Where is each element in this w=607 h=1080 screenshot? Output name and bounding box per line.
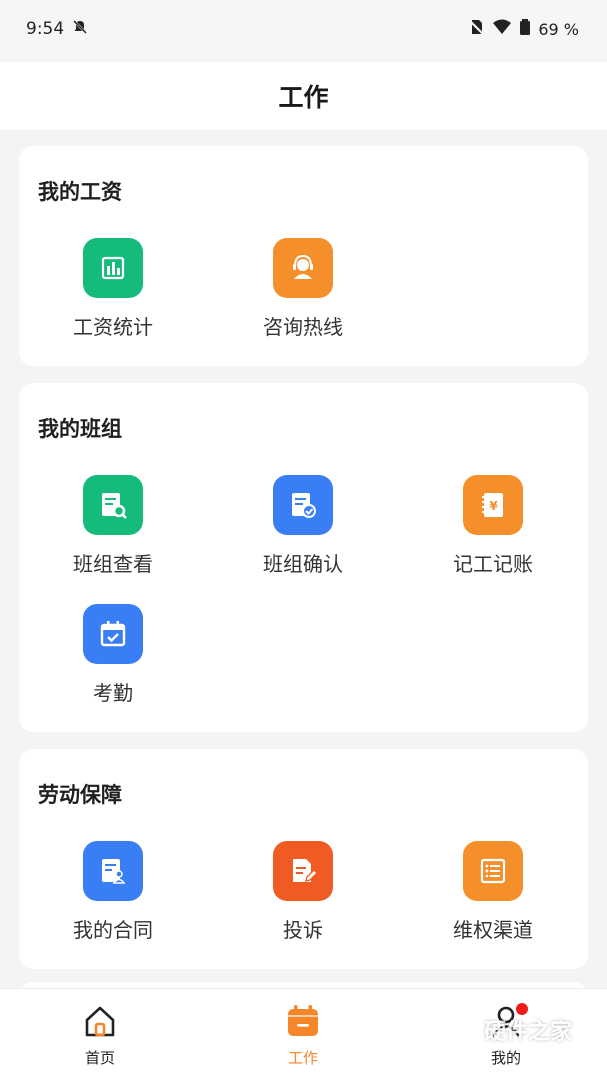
grid-item-label: 维权渠道 — [453, 918, 533, 942]
section-card-labor: 劳动保障 我的合同 投诉 维权渠道 — [19, 749, 588, 969]
watermark: 硬件之家 — [438, 1006, 598, 1054]
bell-off-icon — [72, 19, 88, 40]
calendar-check-icon — [83, 604, 143, 664]
ledger-yen-icon: ¥ — [463, 475, 523, 535]
grid-item-label: 咨询热线 — [263, 315, 343, 339]
grid-item-salary-stats[interactable]: 工资统计 — [38, 238, 188, 340]
tab-home[interactable]: 首页 — [40, 1003, 160, 1068]
no-sim-icon — [468, 19, 485, 40]
section-card-team: 我的班组 班组查看 班组确认 ¥ 记工记账 考勤 — [19, 383, 588, 732]
status-time: 9:54 — [26, 19, 65, 39]
grid-item-label: 班组查看 — [73, 552, 153, 576]
svg-text:¥: ¥ — [489, 499, 498, 513]
list-icon — [463, 841, 523, 901]
work-calendar-icon — [285, 1003, 321, 1043]
battery-icon — [520, 18, 531, 40]
battery-percent: 69 % — [538, 19, 579, 39]
grid-item-team-view[interactable]: 班组查看 — [38, 475, 188, 577]
document-check-icon — [273, 475, 333, 535]
grid-item-work-ledger[interactable]: ¥ 记工记账 — [418, 475, 568, 577]
document-search-icon — [83, 475, 143, 535]
contract-icon — [83, 841, 143, 901]
bar-chart-icon — [83, 238, 143, 298]
title-bar: 工作 — [0, 62, 607, 130]
grid-item-label: 工资统计 — [73, 315, 153, 339]
grid-item-label: 考勤 — [93, 681, 133, 705]
grid-item-hotline[interactable]: 咨询热线 — [228, 238, 378, 340]
headset-icon — [273, 238, 333, 298]
section-card-salary: 我的工资 工资统计 咨询热线 — [19, 146, 588, 366]
section-title: 我的班组 — [38, 417, 122, 441]
complaint-edit-icon — [273, 841, 333, 901]
status-bar: 9:54 69 % — [0, 0, 607, 58]
grid-item-label: 投诉 — [283, 918, 323, 942]
tab-label: 首页 — [84, 1049, 115, 1067]
section-title: 我的工资 — [38, 180, 122, 204]
home-icon — [82, 1003, 118, 1043]
grid-item-label: 班组确认 — [263, 552, 343, 576]
grid-item-my-contract[interactable]: 我的合同 — [38, 841, 188, 943]
watermark-logo-icon — [438, 1008, 478, 1052]
grid-item-team-confirm[interactable]: 班组确认 — [228, 475, 378, 577]
tab-work[interactable]: 工作 — [243, 1003, 363, 1068]
section-title: 劳动保障 — [38, 783, 122, 807]
grid-item-attendance[interactable]: 考勤 — [38, 604, 188, 706]
grid-item-complaint[interactable]: 投诉 — [228, 841, 378, 943]
grid-item-label: 记工记账 — [453, 552, 533, 576]
grid-item-rights-channel[interactable]: 维权渠道 — [418, 841, 568, 943]
watermark-text: 硬件之家 — [484, 1020, 573, 1045]
tab-label: 工作 — [287, 1049, 318, 1067]
wifi-icon — [492, 19, 512, 40]
grid-item-label: 我的合同 — [73, 918, 153, 942]
page-title: 工作 — [278, 83, 329, 112]
